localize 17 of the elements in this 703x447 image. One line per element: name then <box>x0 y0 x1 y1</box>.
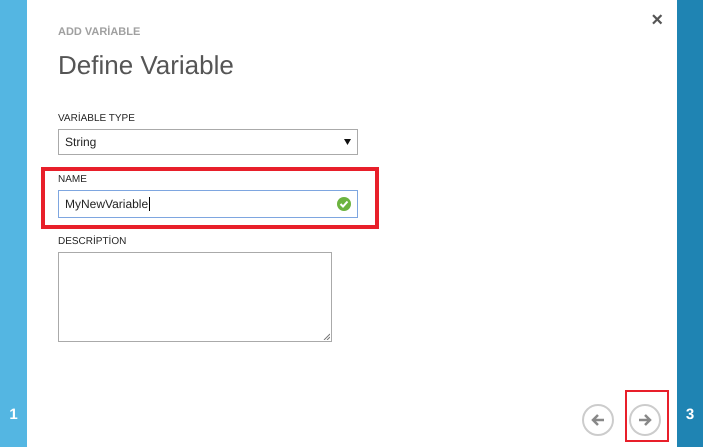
name-input-field[interactable]: MyNewVariable <box>58 190 358 218</box>
back-button[interactable] <box>582 404 614 436</box>
resize-grip-icon <box>323 333 330 340</box>
dialog-subtitle: ADD VARİABLE <box>58 26 142 38</box>
next-button[interactable] <box>629 404 661 436</box>
left-arrow-icon <box>591 414 605 426</box>
dialog-title: Define Variable <box>58 50 235 81</box>
dropdown-caret-icon <box>344 139 351 145</box>
type-dropdown[interactable]: String <box>58 129 358 155</box>
step-number: 3 <box>686 406 694 423</box>
field-label: VARİABLE TYPE <box>58 113 136 124</box>
step-number: 1 <box>9 406 18 423</box>
field-label: DESCRİPTİON <box>58 236 128 247</box>
close-button[interactable]: × <box>651 10 663 30</box>
field-label: NAME <box>58 174 88 185</box>
description-text-area[interactable] <box>58 252 332 342</box>
right-arrow-icon <box>638 414 652 426</box>
